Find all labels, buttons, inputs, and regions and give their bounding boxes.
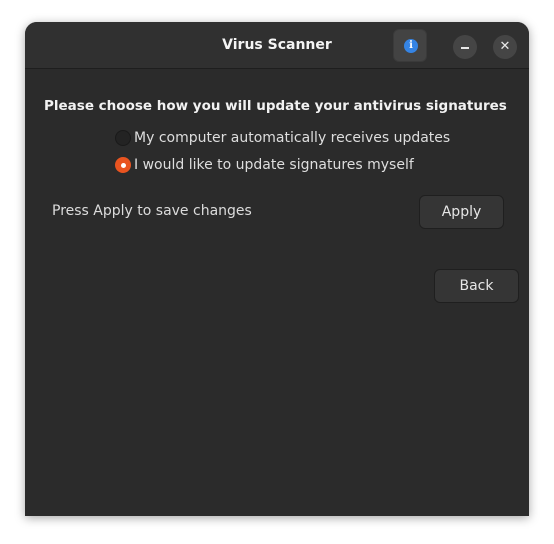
info-button[interactable]: i <box>393 29 427 62</box>
close-icon: ✕ <box>499 39 511 54</box>
radio-button-manual[interactable] <box>115 157 131 173</box>
title-bar[interactable]: Virus Scanner i ✕ <box>25 22 529 69</box>
apply-hint-text: Press Apply to save changes <box>52 203 252 219</box>
update-method-heading: Please choose how you will update your a… <box>44 98 507 114</box>
radio-button-automatic[interactable] <box>115 130 131 146</box>
virus-scanner-window: Virus Scanner i ✕ Please choose how you … <box>25 22 529 516</box>
close-button[interactable]: ✕ <box>493 35 517 59</box>
info-icon: i <box>404 39 418 53</box>
radio-label-automatic[interactable]: My computer automatically receives updat… <box>134 129 450 147</box>
radio-selected-dot <box>120 162 126 168</box>
radio-label-manual[interactable]: I would like to update signatures myself <box>134 156 414 174</box>
apply-button[interactable]: Apply <box>419 195 504 229</box>
minimize-icon <box>461 47 469 49</box>
minimize-button[interactable] <box>453 35 477 59</box>
back-button[interactable]: Back <box>434 269 519 303</box>
